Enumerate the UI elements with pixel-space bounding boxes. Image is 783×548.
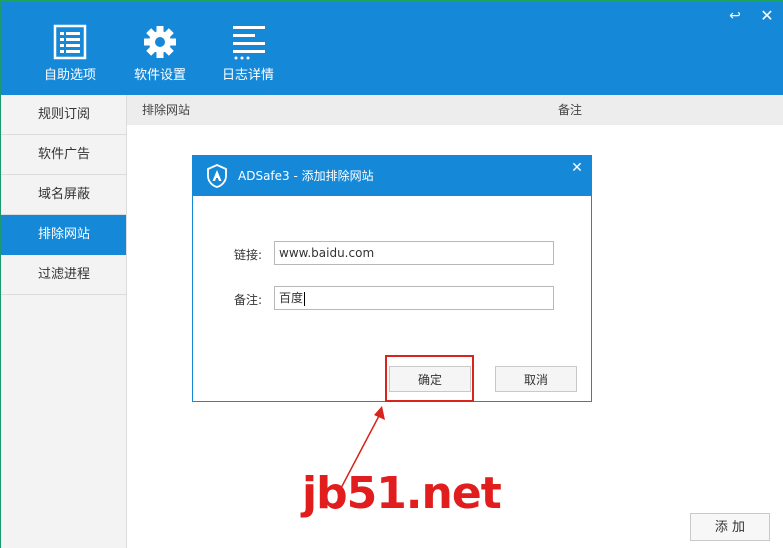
- link-label: 链接:: [234, 248, 263, 262]
- column-header-note[interactable]: 备注: [558, 95, 582, 125]
- text-caret: [304, 291, 306, 306]
- sidebar-item-filter-process[interactable]: 过滤进程: [1, 255, 126, 295]
- log-icon: [233, 26, 265, 60]
- sidebar-item-software-ads[interactable]: 软件广告: [1, 135, 126, 175]
- top-toolbar: ↩ ✕ 自助选项 软件设置 日志详情: [1, 0, 783, 95]
- gear-icon: [144, 26, 176, 58]
- toolbar-log-button[interactable]: 日志详情: [203, 24, 293, 84]
- toolbar-label: 日志详情: [221, 68, 274, 83]
- toolbar-settings-button[interactable]: 软件设置: [115, 24, 205, 84]
- dialog-title: ADSafe3 - 添加排除网站: [238, 169, 374, 183]
- toolbar-self-help-button[interactable]: 自助选项: [25, 24, 115, 84]
- note-input-value: 百度: [279, 291, 304, 305]
- sidebar-item-rule-subscription[interactable]: 规则订阅: [1, 95, 126, 135]
- watermark-text: jb51.net: [302, 468, 502, 519]
- annotation-highlight-box: [385, 355, 474, 402]
- note-label: 备注:: [234, 293, 263, 307]
- link-input[interactable]: www.baidu.com: [274, 241, 554, 265]
- sidebar-item-domain-block[interactable]: 域名屏蔽: [1, 175, 126, 215]
- window-border: [1, 0, 783, 2]
- list-icon: [53, 24, 87, 60]
- table-header: 排除网站 备注: [127, 95, 783, 125]
- toolbar-label: 软件设置: [133, 68, 186, 83]
- restore-icon[interactable]: ↩: [725, 6, 745, 26]
- dialog-close-icon[interactable]: ✕: [568, 158, 586, 178]
- link-input-value: www.baidu.com: [279, 246, 375, 260]
- sidebar-item-excluded-sites[interactable]: 排除网站: [1, 215, 126, 255]
- column-header-site[interactable]: 排除网站: [142, 95, 190, 125]
- adsafe-logo-icon: [207, 164, 227, 188]
- note-input[interactable]: 百度: [274, 286, 554, 310]
- sidebar: 规则订阅 软件广告 域名屏蔽 排除网站 过滤进程: [1, 95, 127, 548]
- add-button[interactable]: 添 加: [690, 513, 770, 541]
- toolbar-label: 自助选项: [43, 68, 96, 83]
- dialog-title-bar: ADSafe3 - 添加排除网站 ✕: [193, 156, 591, 196]
- cancel-button[interactable]: 取消: [495, 366, 577, 392]
- close-icon[interactable]: ✕: [757, 6, 777, 26]
